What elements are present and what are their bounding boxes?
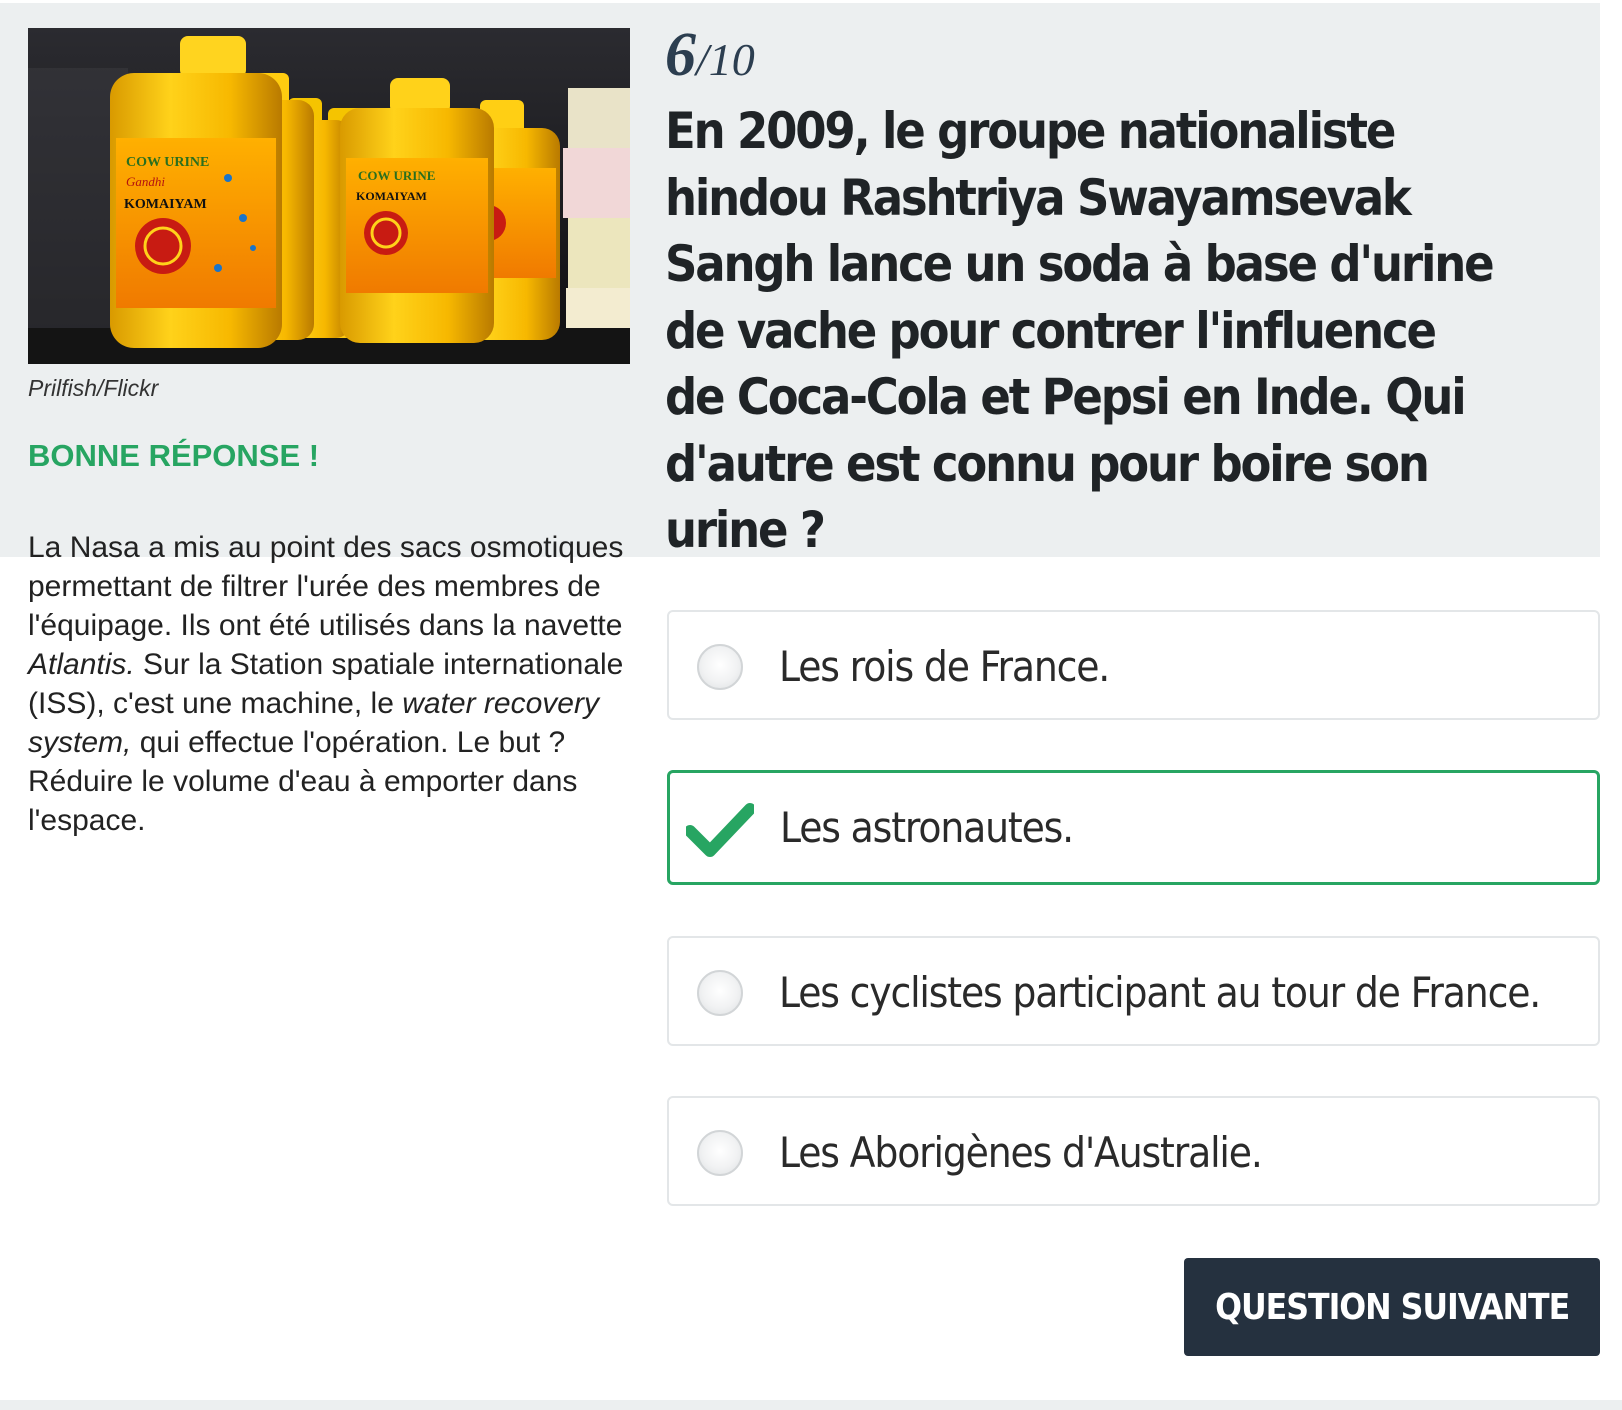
radio-icon[interactable] [697, 1130, 743, 1176]
question-counter: 6/10 [665, 20, 755, 106]
svg-text:Gandhi: Gandhi [126, 174, 165, 189]
radio-icon[interactable] [697, 644, 743, 690]
answer-option[interactable]: Les cyclistes participant au tour de Fra… [667, 936, 1600, 1046]
checkmark-icon [686, 803, 754, 857]
result-verdict: BONNE RÉPONSE ! [28, 438, 320, 473]
explanation-text: La Nasa a mis au point des sacs osmotiqu… [28, 531, 624, 642]
explanation-emphasis: Atlantis. [28, 648, 135, 681]
photo-illustration: COW URINE KOMAIYAM COW URINE Gandhi KOMA… [28, 28, 630, 364]
answer-label: Les Aborigènes d'Australie. [779, 1128, 1263, 1177]
answer-label: Les cyclistes participant au tour de Fra… [779, 968, 1541, 1017]
svg-text:KOMAIYAM: KOMAIYAM [124, 197, 207, 212]
footer-divider [0, 1400, 1622, 1410]
answer-label: Les rois de France. [779, 642, 1110, 691]
answer-option[interactable]: Les rois de France. [667, 610, 1600, 720]
svg-text:KOMAIYAM: KOMAIYAM [356, 189, 427, 203]
radio-icon[interactable] [697, 970, 743, 1016]
answer-option[interactable]: Les Aborigènes d'Australie. [667, 1096, 1600, 1206]
answer-label: Les astronautes. [780, 803, 1074, 852]
cow-urine-bottles-photo: COW URINE KOMAIYAM COW URINE Gandhi KOMA… [28, 28, 630, 364]
answer-explanation: La Nasa a mis au point des sacs osmotiqu… [28, 528, 633, 840]
question-current-number: 6 [665, 21, 696, 89]
photo-credit: Prilfish/Flickr [28, 375, 159, 401]
next-question-button[interactable]: QUESTION SUIVANTE [1184, 1258, 1600, 1356]
answer-option-correct[interactable]: Les astronautes. [667, 770, 1600, 885]
question-total-number: 10 [708, 34, 755, 85]
question-text: En 2009, le groupe nationaliste hindou R… [665, 102, 1495, 559]
svg-text:COW URINE: COW URINE [126, 155, 209, 170]
next-question-label: QUESTION SUIVANTE [1214, 1286, 1570, 1328]
question-counter-separator: / [696, 34, 709, 85]
svg-text:COW URINE: COW URINE [358, 168, 435, 183]
